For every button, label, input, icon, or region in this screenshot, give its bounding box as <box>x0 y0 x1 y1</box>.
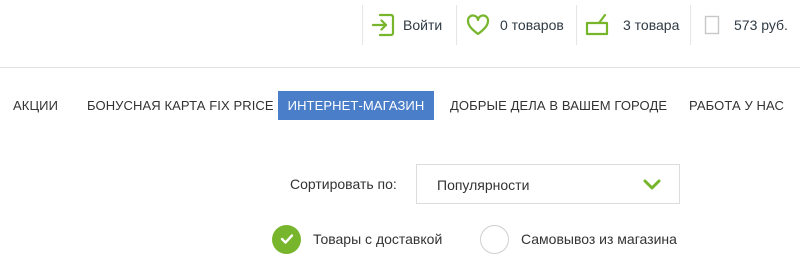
login-link[interactable]: Войти <box>371 5 442 45</box>
delivery-option[interactable]: Товары с доставкой <box>272 224 442 254</box>
nav-item-online-store[interactable]: Интернет-магазин <box>278 91 434 120</box>
heart-icon <box>466 14 490 36</box>
top-utility-bar: Войти 0 товаров 3 товара 573 руб. <box>0 0 800 52</box>
receipt-icon <box>704 15 720 35</box>
radio-circle-icon[interactable] <box>480 224 509 254</box>
checkmark-icon[interactable] <box>272 224 301 254</box>
nav-item-promotions[interactable]: Акции <box>13 91 58 120</box>
favorites-link[interactable]: 0 товаров <box>466 5 564 45</box>
favorites-count: 0 товаров <box>500 17 564 33</box>
sort-selected-value: Популярности <box>437 177 530 193</box>
nav-item-bonus-card[interactable]: Бонусная карта Fix Price <box>87 91 274 120</box>
pickup-option[interactable]: Самовывоз из магазина <box>480 224 677 254</box>
divider <box>690 5 691 45</box>
divider <box>362 5 363 45</box>
main-nav: Акции Бонусная карта Fix Price Интернет-… <box>0 91 800 120</box>
cart-total: 573 руб. <box>734 17 788 33</box>
basket-icon <box>585 13 609 37</box>
nav-item-good-deeds[interactable]: Добрые дела в вашем городе <box>450 91 667 120</box>
cart-total-link[interactable]: 573 руб. <box>704 5 788 45</box>
divider <box>576 5 577 45</box>
nav-item-careers[interactable]: Работа у нас <box>689 91 784 120</box>
sort-label: Сортировать по: <box>290 176 397 192</box>
divider <box>456 5 457 45</box>
header-divider <box>0 67 800 68</box>
cart-count: 3 товара <box>623 17 680 33</box>
delivery-option-label: Товары с доставкой <box>313 231 443 247</box>
login-label: Войти <box>403 17 443 33</box>
cart-link[interactable]: 3 товара <box>585 5 679 45</box>
chevron-down-icon <box>643 178 661 192</box>
sort-select[interactable]: Популярности <box>416 164 680 204</box>
login-arrow-icon <box>371 12 395 38</box>
pickup-option-label: Самовывоз из магазина <box>521 231 677 247</box>
